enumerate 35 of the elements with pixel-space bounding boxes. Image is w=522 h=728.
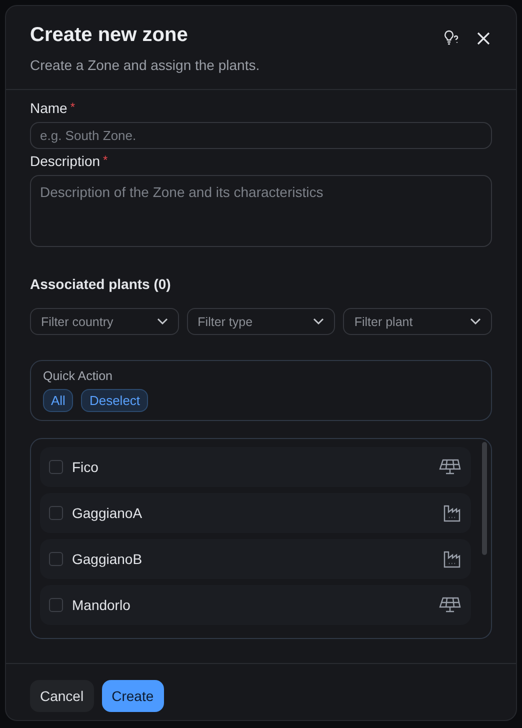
dialog-subtitle: Create a Zone and assign the plants. xyxy=(30,57,260,73)
plant-list-item[interactable]: Mandorlo xyxy=(40,585,471,625)
filter-dropdown[interactable]: Filter plant xyxy=(343,308,492,335)
close-icon[interactable] xyxy=(477,32,490,44)
text-area[interactable]: Description of the Zone and its characteristics xyxy=(30,175,492,247)
quick-action-button[interactable]: Deselect xyxy=(81,389,148,412)
field-label: Name xyxy=(30,100,68,116)
filter-dropdown[interactable]: Filter country xyxy=(30,308,179,335)
filter-dropdown[interactable]: Filter type xyxy=(186,308,336,335)
plant-list-item[interactable]: GaggianoB xyxy=(40,539,471,579)
required-mark: * xyxy=(103,153,108,169)
quick-action-button[interactable]: All xyxy=(43,389,74,412)
solar-panel-icon xyxy=(439,459,461,475)
lightbulb-help-icon[interactable] xyxy=(443,30,459,46)
checkbox[interactable] xyxy=(49,552,63,566)
checkbox[interactable] xyxy=(49,506,63,520)
cancel-button[interactable]: Cancel xyxy=(30,680,94,712)
panel-title: Quick Action xyxy=(43,369,114,383)
chevron-down-icon xyxy=(313,318,324,325)
plant-list-item[interactable]: GaggianoA xyxy=(40,493,471,533)
solar-panel-icon xyxy=(439,597,461,613)
factory-icon xyxy=(443,550,461,568)
plant-list-item[interactable]: Fico xyxy=(40,447,471,487)
create-button[interactable]: Create xyxy=(102,680,164,712)
field-label: Description xyxy=(30,153,100,169)
dialog-title: Create new zone xyxy=(30,24,189,47)
checkbox[interactable] xyxy=(49,598,63,612)
scrollbar[interactable] xyxy=(482,442,487,555)
chevron-down-icon xyxy=(156,318,168,325)
factory-icon xyxy=(443,504,461,522)
chevron-down-icon xyxy=(470,318,482,325)
section-title: Associated plants (0) xyxy=(30,276,172,292)
checkbox[interactable] xyxy=(49,460,63,474)
required-mark: * xyxy=(70,100,76,116)
input-field[interactable]: e.g. South Zone. xyxy=(30,122,492,149)
